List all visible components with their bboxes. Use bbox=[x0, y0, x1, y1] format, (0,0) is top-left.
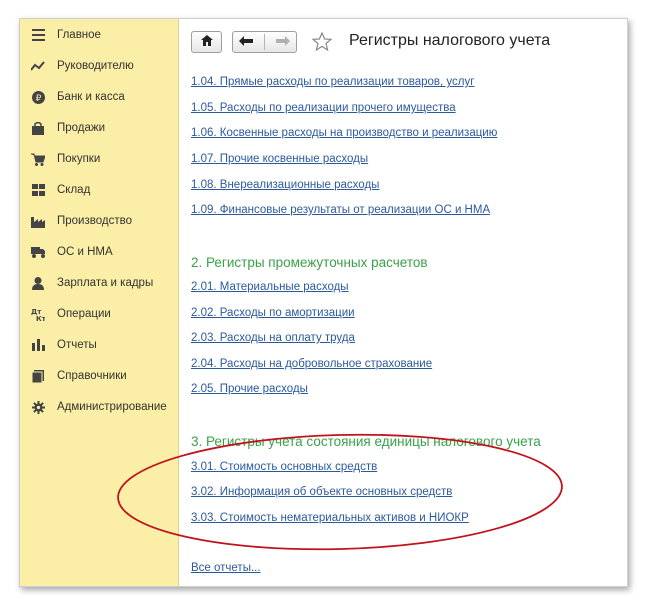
sidebar-item-bank[interactable]: ₽ Банк и касса bbox=[20, 84, 178, 110]
section-title-2: 2. Регистры промежуточных расчетов bbox=[191, 255, 428, 270]
sidebar-item-fixed-assets[interactable]: ОС и НМА bbox=[20, 239, 178, 265]
sidebar-item-main[interactable]: Главное bbox=[20, 22, 178, 48]
forward-icon[interactable] bbox=[276, 33, 291, 51]
sidebar-item-label: ОС и НМА bbox=[57, 246, 113, 258]
cart-icon bbox=[31, 152, 45, 166]
sidebar: Главное Руководителю ₽ Банк и касса Прод… bbox=[20, 19, 179, 586]
sidebar-item-purchases[interactable]: Покупки bbox=[20, 146, 178, 172]
sidebar-item-label: Операции bbox=[57, 308, 111, 320]
svg-text:Кт: Кт bbox=[36, 315, 45, 321]
sidebar-item-directories[interactable]: Справочники bbox=[20, 363, 178, 389]
report-link-3-01[interactable]: 3.01. Стоимость основных средств bbox=[191, 461, 377, 473]
bag-icon bbox=[31, 121, 45, 135]
report-link-3-02[interactable]: 3.02. Информация об объекте основных сре… bbox=[191, 486, 452, 498]
back-icon[interactable] bbox=[238, 33, 253, 51]
sidebar-item-label: Склад bbox=[57, 184, 91, 196]
sidebar-item-label: Главное bbox=[57, 29, 101, 41]
ruble-icon: ₽ bbox=[31, 90, 45, 104]
truck-icon bbox=[31, 245, 45, 259]
report-link-1-08[interactable]: 1.08. Внереализационные расходы bbox=[191, 179, 379, 191]
star-icon[interactable] bbox=[311, 31, 333, 56]
gear-icon bbox=[31, 400, 45, 414]
sidebar-item-label: Продажи bbox=[57, 122, 106, 134]
sidebar-item-sales[interactable]: Продажи bbox=[20, 115, 178, 141]
svg-text:₽: ₽ bbox=[35, 94, 41, 104]
dtkt-icon: Дт Кт bbox=[31, 307, 45, 321]
person-icon bbox=[31, 276, 45, 290]
report-link-2-05[interactable]: 2.05. Прочие расходы bbox=[191, 383, 308, 395]
app-window: Главное Руководителю ₽ Банк и касса Прод… bbox=[19, 18, 628, 587]
home-icon bbox=[200, 33, 213, 51]
report-link-2-03[interactable]: 2.03. Расходы на оплату труда bbox=[191, 332, 355, 344]
sidebar-item-operations[interactable]: Дт Кт Операции bbox=[20, 301, 178, 327]
sidebar-item-salary[interactable]: Зарплата и кадры bbox=[20, 270, 178, 296]
sidebar-item-label: Администрирование bbox=[57, 401, 167, 413]
page-title: Регистры налогового учета bbox=[349, 32, 551, 49]
sidebar-item-manager[interactable]: Руководителю bbox=[20, 53, 178, 79]
report-link-2-01[interactable]: 2.01. Материальные расходы bbox=[191, 281, 349, 293]
home-button[interactable] bbox=[191, 31, 222, 53]
bar-chart-icon bbox=[31, 338, 45, 352]
sidebar-item-admin[interactable]: Администрирование bbox=[20, 394, 178, 420]
book-icon bbox=[31, 369, 45, 383]
sidebar-item-label: Отчеты bbox=[57, 339, 97, 351]
sidebar-item-production[interactable]: Производство bbox=[20, 208, 178, 234]
sidebar-item-label: Банк и касса bbox=[57, 91, 125, 103]
all-reports-link[interactable]: Все отчеты... bbox=[191, 562, 261, 574]
report-link-1-06[interactable]: 1.06. Косвенные расходы на производство … bbox=[191, 127, 497, 139]
sidebar-item-label: Покупки bbox=[57, 153, 101, 165]
section-title-3: 3. Регистры учета состояния единицы нало… bbox=[191, 434, 541, 449]
factory-icon bbox=[31, 214, 45, 228]
sidebar-item-reports[interactable]: Отчеты bbox=[20, 332, 178, 358]
trend-icon bbox=[31, 59, 45, 73]
report-link-1-05[interactable]: 1.05. Расходы по реализации прочего имущ… bbox=[191, 102, 456, 114]
main-content: Регистры налогового учета 1.04. Прямые р… bbox=[179, 19, 627, 586]
report-link-2-02[interactable]: 2.02. Расходы по амортизации bbox=[191, 307, 355, 319]
report-link-1-07[interactable]: 1.07. Прочие косвенные расходы bbox=[191, 153, 368, 165]
report-link-1-04[interactable]: 1.04. Прямые расходы по реализации товар… bbox=[191, 76, 474, 88]
warehouse-icon bbox=[31, 183, 45, 197]
sidebar-item-label: Зарплата и кадры bbox=[57, 277, 154, 289]
sidebar-item-label: Производство bbox=[57, 215, 132, 227]
report-link-3-03[interactable]: 3.03. Стоимость нематериальных активов и… bbox=[191, 512, 469, 524]
sidebar-item-label: Справочники bbox=[57, 370, 127, 382]
sidebar-item-warehouse[interactable]: Склад bbox=[20, 177, 178, 203]
report-link-1-09[interactable]: 1.09. Финансовые результаты от реализаци… bbox=[191, 204, 490, 216]
nav-divider bbox=[263, 34, 265, 50]
sidebar-item-label: Руководителю bbox=[57, 60, 134, 72]
menu-icon bbox=[31, 28, 45, 42]
nav-buttons bbox=[232, 31, 297, 53]
report-link-2-04[interactable]: 2.04. Расходы на добровольное страховани… bbox=[191, 358, 432, 370]
